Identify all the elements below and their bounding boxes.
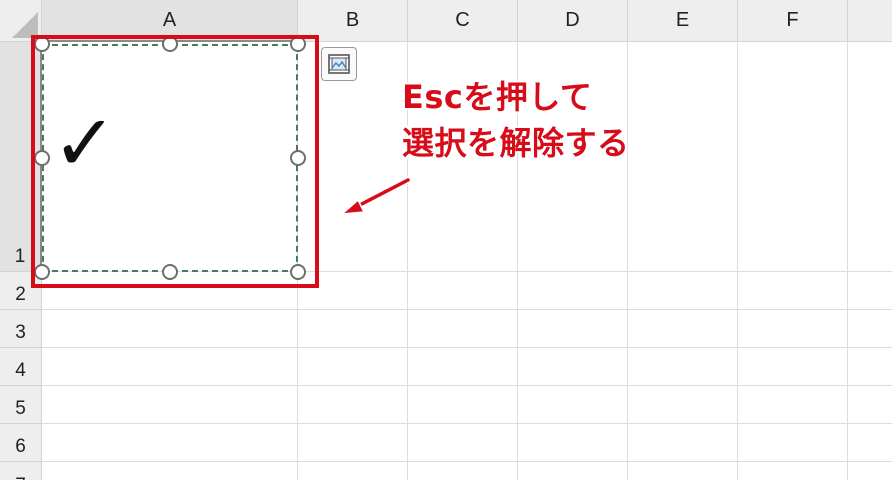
- column-header-partial[interactable]: [848, 0, 892, 42]
- row-header-3[interactable]: 3: [0, 310, 42, 348]
- gridline: [627, 42, 628, 480]
- gridline: [42, 309, 892, 310]
- annotation-line-2: 選択を解除する: [402, 124, 630, 162]
- row-header-5[interactable]: 5: [0, 386, 42, 424]
- annotation-arrow-icon: [339, 176, 412, 215]
- column-header-d[interactable]: D: [518, 0, 628, 42]
- gridline: [42, 385, 892, 386]
- row-header-4[interactable]: 4: [0, 348, 42, 386]
- annotation-line-1: Escを押して: [402, 78, 593, 116]
- column-header-c[interactable]: C: [408, 0, 518, 42]
- column-header-e[interactable]: E: [628, 0, 738, 42]
- highlight-box: [31, 35, 319, 288]
- row-header-6[interactable]: 6: [0, 424, 42, 462]
- row-header-7[interactable]: 7: [0, 462, 42, 480]
- layout-options-icon: [328, 54, 350, 74]
- gridline: [42, 461, 892, 462]
- gridline: [42, 347, 892, 348]
- gridline: [42, 423, 892, 424]
- spreadsheet-grid: A B C D E F 1 2 3 4 5 6 7 ✓: [0, 0, 892, 480]
- column-header-f[interactable]: F: [738, 0, 848, 42]
- gridline: [737, 42, 738, 480]
- layout-options-button[interactable]: [321, 47, 357, 81]
- gridline: [847, 42, 848, 480]
